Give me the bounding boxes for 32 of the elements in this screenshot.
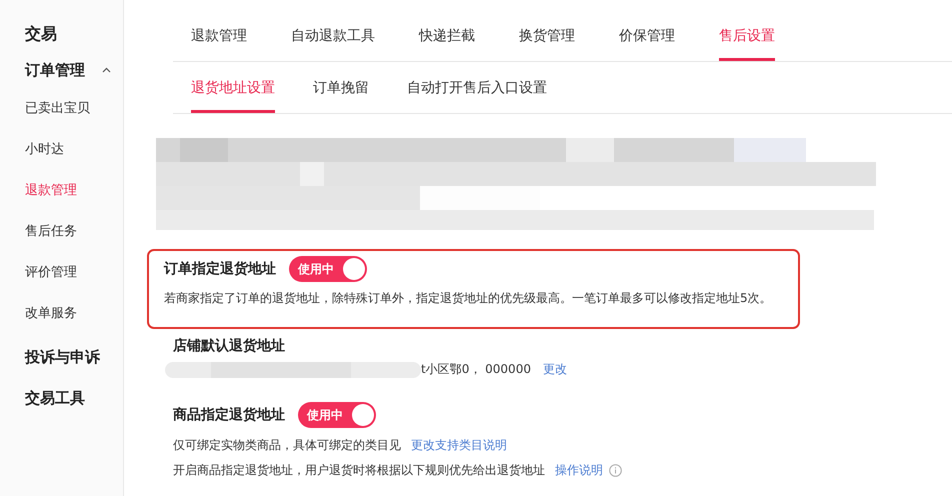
sidebar-item[interactable]: 已卖出宝贝 bbox=[25, 99, 90, 117]
address-text: t小区鄂0， 000000 bbox=[421, 361, 531, 378]
sidebar-group[interactable]: 订单管理 bbox=[25, 58, 111, 82]
tab[interactable]: 价保管理 bbox=[619, 10, 675, 61]
help-text: 开启商品指定退货地址，用户退货时将根据以下规则优先给出退货地址 bbox=[173, 462, 545, 479]
sidebar-title: 交易 bbox=[25, 24, 58, 45]
toggle-switch[interactable]: 使用中 bbox=[289, 256, 367, 282]
sidebar-group[interactable]: 交易工具 bbox=[25, 386, 111, 410]
sidebar-item[interactable]: 评价管理 bbox=[25, 263, 77, 281]
subtab[interactable]: 退货地址设置 bbox=[191, 62, 275, 113]
subtab[interactable]: 自动打开售后入口设置 bbox=[407, 62, 547, 113]
help-link[interactable]: 更改支持类目说明 bbox=[411, 437, 507, 454]
sidebar-item[interactable]: 退款管理 bbox=[25, 181, 77, 199]
subtab[interactable]: 订单挽留 bbox=[313, 62, 369, 113]
help-link[interactable]: 操作说明 bbox=[555, 462, 603, 479]
description-text: 若商家指定了订单的退货地址，除特殊订单外，指定退货地址的优先级最高。一笔订单最多可以修改指定地址5次。 bbox=[164, 290, 773, 307]
sidebar-group[interactable]: 投诉与申诉 bbox=[25, 345, 111, 369]
tab[interactable]: 退款管理 bbox=[191, 10, 247, 61]
caret-icon[interactable] bbox=[102, 67, 111, 73]
section-title: 订单指定退货地址 bbox=[164, 260, 276, 278]
section-title: 店铺默认退货地址 bbox=[173, 337, 286, 355]
tab[interactable]: 自动退款工具 bbox=[291, 10, 375, 61]
tab[interactable]: 售后设置 bbox=[719, 10, 775, 61]
sidebar-item[interactable]: 售后任务 bbox=[25, 222, 77, 240]
tab[interactable]: 换货管理 bbox=[519, 10, 575, 61]
sidebar-item[interactable]: 小时达 bbox=[25, 140, 64, 158]
sidebar-item[interactable]: 改单服务 bbox=[25, 304, 77, 322]
help-text: 仅可绑定实物类商品，具体可绑定的类目见 bbox=[173, 437, 401, 454]
edit-link[interactable]: 更改 bbox=[542, 361, 567, 378]
tab[interactable]: 快递拦截 bbox=[419, 10, 475, 61]
section-title: 商品指定退货地址 bbox=[173, 406, 285, 424]
toggle-switch[interactable]: 使用中 bbox=[298, 402, 376, 428]
